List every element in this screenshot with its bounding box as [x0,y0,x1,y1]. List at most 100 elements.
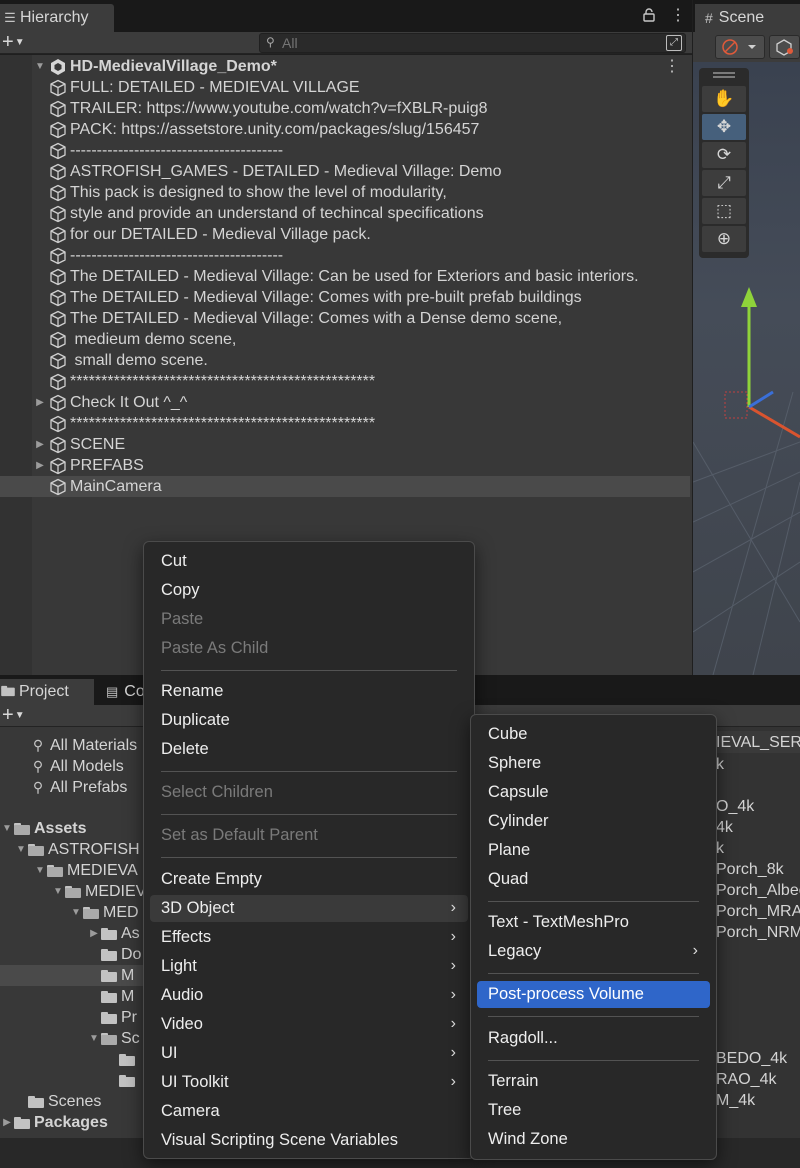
favorite-item[interactable]: ⚲ All Prefabs [30,777,128,798]
folder-item[interactable]: ▼ MEDIEV [51,881,146,902]
hierarchy-item[interactable]: ---------------------------------------- [32,245,692,266]
expand-arrow-icon[interactable]: ▼ [51,886,65,897]
scale-tool-button[interactable]: ⤢ [702,170,746,196]
file-item[interactable]: 4k [716,819,733,840]
folder-item[interactable]: ▼ Sc [87,1028,140,1049]
file-item[interactable]: RAO_4k [716,1071,776,1092]
file-item[interactable]: k [716,840,724,861]
menu-item-terrain[interactable]: Terrain [477,1068,710,1095]
expand-arrow-icon[interactable]: ▼ [33,865,47,876]
create-asset-button[interactable]: +▼ [2,705,32,726]
file-item[interactable]: O_4k [716,798,754,819]
menu-item-video[interactable]: Video › [150,1011,468,1038]
expand-arrow-icon[interactable]: ▶ [32,397,48,408]
hierarchy-item[interactable]: style and provide an understand of techi… [32,203,692,224]
palette-grip-icon[interactable] [713,72,735,78]
more-options-icon[interactable]: ⋮ [664,56,680,76]
expand-arrow-icon[interactable]: ▼ [0,823,14,834]
tab-scene[interactable]: # Scene [695,4,800,32]
file-item[interactable]: BEDO_4k [716,1050,787,1071]
file-item[interactable]: Porch_Albec [716,882,800,903]
expand-arrow-icon[interactable]: ▼ [69,907,83,918]
file-item[interactable]: M_4k [716,1092,755,1113]
scene-viewport[interactable]: ✋ ✥ ⟳ ⤢ ⬚ ⊕ [693,62,800,675]
folder-item[interactable]: ▼ MEDIEVA [33,860,138,881]
move-gizmo[interactable] [724,287,800,439]
create-button[interactable]: +▼ [2,32,32,53]
menu-item-audio[interactable]: Audio › [150,982,468,1009]
rotate-tool-button[interactable]: ⟳ [702,142,746,168]
menu-item-text-textmeshpro[interactable]: Text - TextMeshPro [477,909,710,936]
menu-item-cut[interactable]: Cut [150,548,468,575]
lock-icon[interactable] [643,8,655,25]
hierarchy-item[interactable]: ---------------------------------------- [32,140,692,161]
folder-item[interactable]: Scenes [14,1091,101,1112]
menu-item-ragdoll[interactable]: Ragdoll... [477,1025,710,1052]
favorite-item[interactable]: ⚲ All Models [30,756,124,777]
menu-item-wind-zone[interactable]: Wind Zone [477,1126,710,1153]
menu-item-rename[interactable]: Rename [150,678,468,705]
rect-tool-button[interactable]: ⬚ [702,198,746,224]
menu-item-light[interactable]: Light › [150,953,468,980]
folder-item[interactable]: ▶ As [87,923,140,944]
file-item[interactable]: Porch_MRAC [716,903,800,924]
hierarchy-item[interactable]: ****************************************… [32,413,692,434]
folder-item[interactable]: Pr [87,1007,137,1028]
search-filter-icon[interactable]: ⤢ [666,35,682,51]
hierarchy-item[interactable]: ▶ Check It Out ^_^ [32,392,692,413]
menu-item-effects[interactable]: Effects › [150,924,468,951]
hand-tool-button[interactable]: ✋ [702,86,746,112]
file-item[interactable]: Porch_8k [716,861,784,882]
file-item[interactable]: k [716,756,724,777]
menu-item-quad[interactable]: Quad [477,866,710,893]
search-input[interactable] [282,35,652,51]
menu-item-paste[interactable]: Paste [150,606,468,633]
move-tool-button[interactable]: ✥ [702,114,746,140]
menu-item-copy[interactable]: Copy [150,577,468,604]
menu-item-visual-scripting-scene-variables[interactable]: Visual Scripting Scene Variables [150,1127,468,1154]
tab-hierarchy[interactable]: ☰ Hierarchy [0,4,114,32]
menu-item-ui-toolkit[interactable]: UI Toolkit › [150,1069,468,1096]
folder-item[interactable]: ▼ Assets [0,818,86,839]
favorite-item[interactable]: ⚲ All Materials [30,735,137,756]
folder-item[interactable]: ▶ Packages [0,1112,108,1133]
folder-item[interactable]: M [87,986,134,1007]
tab-project[interactable]: Project [0,679,94,705]
menu-item-ui[interactable]: UI › [150,1040,468,1067]
hierarchy-item[interactable]: ▶ SCENE [32,434,692,455]
hierarchy-item[interactable]: ASTROFISH_GAMES - DETAILED - Medieval Vi… [32,161,692,182]
hierarchy-item[interactable]: The DETAILED - Medieval Village: Comes w… [32,308,692,329]
menu-item-delete[interactable]: Delete [150,736,468,763]
hierarchy-item[interactable]: The DETAILED - Medieval Village: Can be … [32,266,692,287]
expand-arrow-icon[interactable]: ▼ [87,1033,101,1044]
menu-item-paste-as-child[interactable]: Paste As Child [150,635,468,662]
menu-item-cylinder[interactable]: Cylinder [477,808,710,835]
menu-item-set-default-parent[interactable]: Set as Default Parent [150,822,468,849]
gizmo-toggle-button[interactable] [769,35,800,59]
scene-root-row[interactable]: ▼ HD-MedievalVillage_Demo* ⋮ [32,56,692,77]
expand-arrow-icon[interactable]: ▼ [32,61,48,72]
hierarchy-item[interactable]: for our DETAILED - Medieval Village pack… [32,224,692,245]
hierarchy-item[interactable]: The DETAILED - Medieval Village: Comes w… [32,287,692,308]
hierarchy-item[interactable]: ▶ PREFABS [32,455,692,476]
hierarchy-item[interactable]: ****************************************… [32,371,692,392]
menu-item-create-empty[interactable]: Create Empty [150,866,468,893]
expand-arrow-icon[interactable]: ▶ [87,928,101,939]
more-options-icon[interactable]: ⋮ [670,5,686,25]
expand-arrow-icon[interactable]: ▶ [0,1117,14,1128]
hierarchy-item[interactable]: TRAILER: https://www.youtube.com/watch?v… [32,98,692,119]
folder-item[interactable] [105,1070,139,1091]
hierarchy-item[interactable]: This pack is designed to show the level … [32,182,692,203]
folder-item[interactable] [105,1049,139,1070]
expand-arrow-icon[interactable]: ▶ [32,460,48,471]
expand-arrow-icon[interactable]: ▶ [32,439,48,450]
hierarchy-item-selected[interactable]: MainCamera [0,476,690,497]
menu-item-select-children[interactable]: Select Children [150,779,468,806]
menu-item-post-process-volume[interactable]: Post-process Volume [477,981,710,1008]
file-item[interactable]: IEVAL_SER [716,734,800,755]
menu-item-3d-object[interactable]: 3D Object › [150,895,468,922]
hierarchy-search[interactable]: ⚲ ⤢ [259,33,686,53]
menu-item-camera[interactable]: Camera [150,1098,468,1125]
menu-item-sphere[interactable]: Sphere [477,750,710,777]
folder-item[interactable]: Do [87,944,141,965]
